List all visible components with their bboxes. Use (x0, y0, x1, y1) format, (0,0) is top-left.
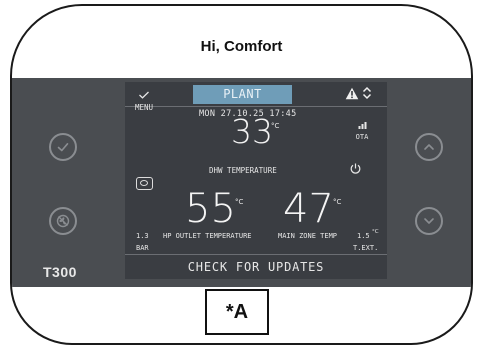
menu-label: MENU (134, 103, 154, 112)
dhw-temperature-label: DHW TEMPERATURE (209, 166, 277, 175)
pressure-value: 1.3 (136, 232, 149, 240)
ext-temp-label: T.EXT. (353, 244, 379, 252)
status-icons (345, 86, 372, 100)
fan-off-icon (56, 214, 70, 228)
ext-temp-value: 1.5 (357, 232, 370, 240)
main-zone-label: MAIN ZONE TEMP (278, 232, 338, 240)
up-button[interactable] (415, 133, 443, 161)
dhw-temperature-value: 33 (231, 112, 273, 151)
signal-icon (358, 122, 366, 129)
tank-icon (136, 177, 153, 190)
hp-outlet-label: HP OUTLET TEMPERATURE (163, 232, 252, 240)
model-label: T300 (43, 264, 77, 280)
down-arrow-icon (424, 218, 434, 224)
fan-off-button[interactable] (49, 207, 77, 235)
dhw-temperature-unit: °C (271, 122, 280, 130)
bottom-divider (125, 254, 387, 255)
ota-status[interactable]: OTA (353, 114, 371, 141)
up-down-icon[interactable] (362, 86, 372, 100)
menu-check-icon (139, 91, 149, 99)
pressure-unit: BAR (136, 244, 149, 252)
hp-outlet-value: 55 (185, 186, 236, 232)
annotation-label: *A (205, 289, 269, 335)
confirm-button[interactable] (49, 133, 77, 161)
tab-plant[interactable]: PLANT (193, 85, 292, 104)
menu-button[interactable]: MENU (131, 84, 157, 112)
warning-icon[interactable] (345, 87, 359, 100)
down-button[interactable] (415, 207, 443, 235)
up-arrow-icon (424, 144, 434, 150)
power-icon[interactable] (349, 162, 362, 175)
hp-outlet-unit: °C (235, 198, 244, 206)
check-icon (57, 143, 69, 152)
ext-temp-unit: °C (372, 229, 379, 235)
top-divider (125, 106, 387, 107)
greeting-text: Hi, Comfort (200, 38, 283, 55)
main-zone-unit: °C (333, 198, 342, 206)
display-screen: MENU PLANT MON 27.10.25 17:45 OTA 33 °C … (125, 82, 387, 279)
main-zone-value: 47 (283, 186, 334, 232)
ota-label: OTA (355, 133, 369, 141)
check-for-updates-button[interactable]: CHECK FOR UPDATES (125, 260, 387, 274)
